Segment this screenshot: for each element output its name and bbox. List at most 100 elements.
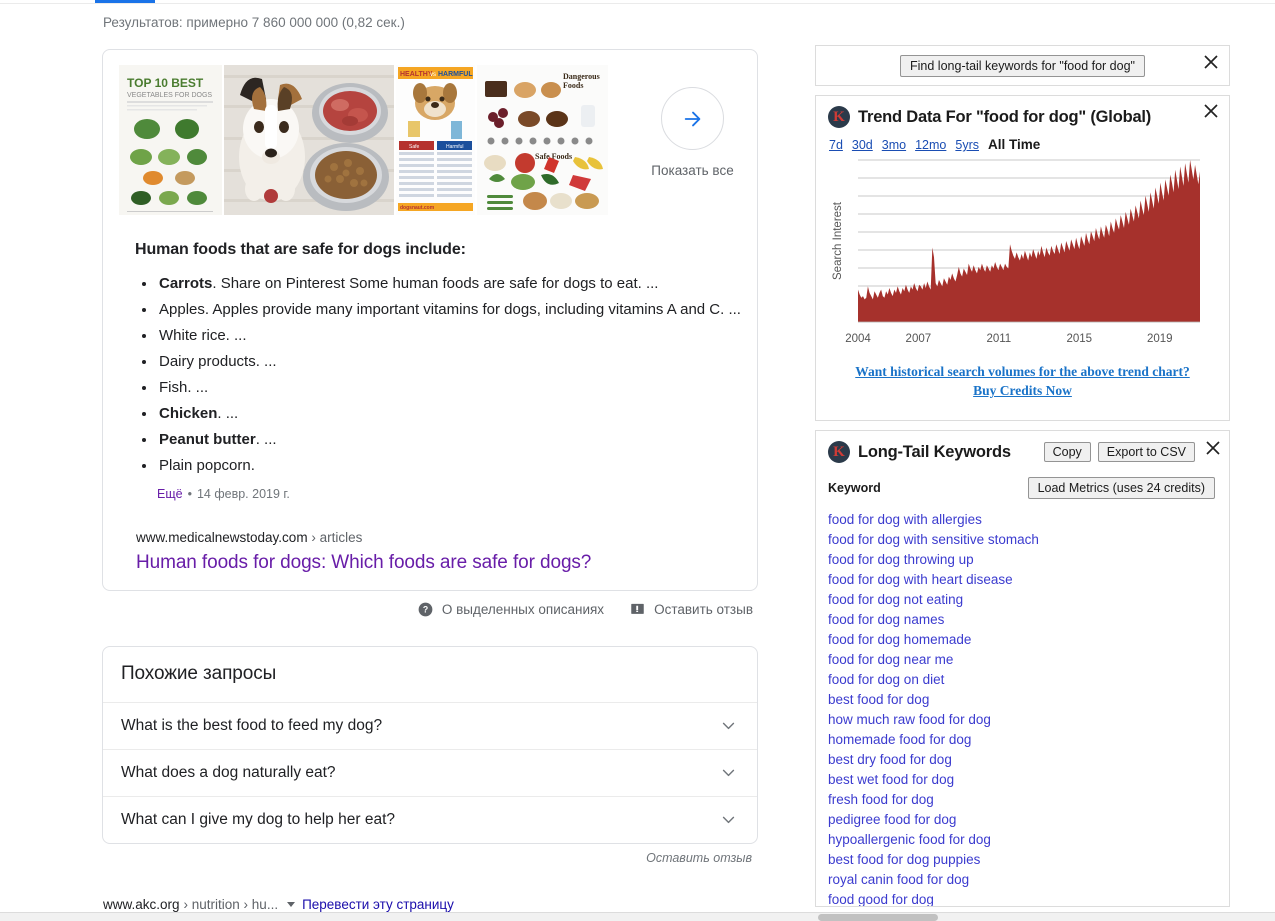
snippet-bullet: Carrots. Share on Pinterest Some human f… [157, 273, 741, 296]
chevron-down-icon[interactable] [720, 811, 737, 828]
paa-feedback-link[interactable]: Оставить отзыв [102, 851, 758, 865]
trend-range-active[interactable]: All Time [988, 137, 1040, 152]
snippet-bullet-text: . Share on Pinterest Some human foods ar… [212, 275, 659, 292]
people-also-ask-rows: What is the best food to feed my dog? Wha… [103, 703, 757, 843]
trend-chart-svg: Search Interest 2004 2007 2011 2015 2019 [832, 159, 1200, 345]
close-icon[interactable] [1205, 440, 1221, 456]
export-csv-button[interactable]: Export to CSV [1097, 442, 1195, 462]
keyword-item[interactable]: homemade food for dog [828, 730, 1217, 750]
historical-volumes-link[interactable]: Want historical search volumes for the a… [828, 362, 1217, 381]
keyword-item[interactable]: best wet food for dog [828, 770, 1217, 790]
svg-text:HARMFUL: HARMFUL [438, 71, 473, 78]
thumbnail-dog-with-bowls[interactable] [224, 65, 394, 215]
help-icon: ? [418, 602, 433, 616]
feedback-flag-icon [631, 603, 644, 614]
thumbnail-vegetables-chart[interactable]: TOP 10 BEST VEGETABLES FOR DOGS [119, 65, 222, 215]
svg-text:Harmful: Harmful [446, 144, 464, 150]
buy-credits-link[interactable]: Buy Credits Now [828, 381, 1217, 400]
copy-button[interactable]: Copy [1043, 442, 1091, 462]
show-all-images-button[interactable]: Показать все [644, 65, 741, 178]
close-icon[interactable] [1203, 103, 1219, 119]
people-also-ask-row[interactable]: What is the best food to feed my dog? [103, 703, 757, 750]
trend-range-7d[interactable]: 7d [829, 138, 843, 152]
people-also-ask-row[interactable]: What can I give my dog to help her eat? [103, 797, 757, 843]
long-tail-header: K Long-Tail Keywords Copy Export to CSV [828, 441, 1217, 463]
chart-x-tick: 2015 [1066, 333, 1092, 345]
snippet-bullet-term: Carrots [159, 275, 213, 292]
result-stats: Результатов: примерно 7 860 000 000 (0,8… [103, 15, 405, 30]
source-breadcrumb: › articles [311, 529, 363, 545]
svg-text:?: ? [423, 604, 428, 614]
keywords-everywhere-logo-icon: K [828, 441, 850, 463]
people-also-ask-question: What does a dog naturally eat? [121, 763, 336, 781]
keywords-everywhere-sidebar: Find long-tail keywords for "food for do… [815, 45, 1230, 907]
source-url: www.medicalnewstoday.com › articles [136, 529, 741, 547]
close-icon[interactable] [1203, 54, 1219, 70]
snippet-bullet-text: Dairy products. ... [159, 353, 277, 370]
keyword-item[interactable]: food for dog throwing up [828, 550, 1217, 570]
keyword-item[interactable]: food good for dog [828, 890, 1217, 906]
trend-range-5yrs[interactable]: 5yrs [955, 138, 979, 152]
translate-page-link[interactable]: Перевести эту страницу [302, 896, 454, 914]
trend-chart: Search Interest 2004 2007 2011 2015 2019 [828, 156, 1217, 356]
leave-feedback-link[interactable]: Оставить отзыв [630, 602, 753, 617]
snippet-bullet: Fish. ... [157, 377, 741, 400]
keyword-item[interactable]: food for dog not eating [828, 590, 1217, 610]
keyword-item[interactable]: food for dog with heart disease [828, 570, 1217, 590]
snippet-bullet-term: Chicken [159, 405, 218, 422]
keyword-item[interactable]: fresh food for dog [828, 790, 1217, 810]
long-tail-keywords-panel: K Long-Tail Keywords Copy Export to CSV … [815, 430, 1230, 907]
snippet-bullet: Peanut butter. ... [157, 429, 741, 452]
keyword-item[interactable]: how much raw food for dog [828, 710, 1217, 730]
snippet-bullet: Dairy products. ... [157, 351, 741, 374]
chart-x-tick: 2011 [986, 333, 1011, 345]
trend-range-30d[interactable]: 30d [852, 138, 873, 152]
keyword-item[interactable]: best dry food for dog [828, 750, 1217, 770]
keyword-item[interactable]: royal canin food for dog [828, 870, 1217, 890]
keyword-item[interactable]: food for dog with sensitive stomach [828, 530, 1217, 550]
chevron-down-icon[interactable] [720, 764, 737, 781]
about-featured-snippets-label: О выделенных описаниях [441, 601, 605, 617]
svg-text:Dangerous: Dangerous [563, 72, 600, 81]
keyword-column-header: Keyword [828, 481, 881, 495]
svg-text:Safe: Safe [409, 144, 420, 150]
more-link[interactable]: Ещё [157, 487, 183, 501]
chevron-down-icon[interactable] [287, 902, 296, 907]
thumbnail-row: TOP 10 BEST VEGETABLES FOR DOGS HEALTHY … [119, 65, 741, 215]
thumbnail-healthy-vs-harmful-chart[interactable]: HEALTHY vs HARMFUL Safe Harmful dogsnaut… [396, 65, 475, 215]
keyword-item[interactable]: food for dog homemade [828, 630, 1217, 650]
people-also-ask-row[interactable]: What does a dog naturally eat? [103, 750, 757, 797]
keyword-item[interactable]: best food for dog [828, 690, 1217, 710]
keyword-item[interactable]: food for dog on diet [828, 670, 1217, 690]
keyword-item[interactable]: food for dog names [828, 610, 1217, 630]
keyword-item[interactable]: best food for dog puppies [828, 850, 1217, 870]
snippet-bullet-text: . ... [255, 431, 277, 448]
load-metrics-button[interactable]: Load Metrics (uses 24 credits) [1027, 477, 1215, 499]
active-tab-indicator [95, 0, 155, 3]
keyword-item[interactable]: pedigree food for dog [828, 810, 1217, 830]
browser-tab-strip [0, 0, 1275, 4]
svg-text:vs: vs [430, 72, 436, 78]
thumbnail-dangerous-safe-foods[interactable]: Dangerous Foods Safe Foods [477, 65, 608, 215]
snippet-bullet-term: Peanut butter [159, 431, 256, 448]
horizontal-scrollbar-thumb[interactable] [818, 914, 938, 921]
trend-range-3mo[interactable]: 3mo [882, 138, 906, 152]
arrow-right-icon[interactable] [661, 87, 724, 150]
about-featured-snippets-link[interactable]: ? О выделенных описаниях [418, 602, 604, 617]
find-long-tail-keywords-button[interactable]: Find long-tail keywords for "food for do… [900, 54, 1145, 77]
chart-area-series [858, 160, 1200, 322]
source-title-link[interactable]: Human foods for dogs: Which foods are sa… [136, 550, 741, 576]
snippet-bullet-text: . ... [217, 405, 239, 422]
keyword-item[interactable]: food for dog near me [828, 650, 1217, 670]
keyword-list: food for dog with allergies food for dog … [828, 510, 1217, 906]
snippet-bullet-text: Fish. ... [159, 379, 209, 396]
keyword-table-header: Keyword Load Metrics (uses 24 credits) [828, 477, 1217, 499]
snippet-bullet-text: Apples. Apples provide many important vi… [159, 301, 741, 318]
chevron-down-icon[interactable] [720, 717, 737, 734]
horizontal-scrollbar[interactable] [0, 912, 1275, 921]
svg-text:TOP 10 BEST: TOP 10 BEST [127, 76, 204, 90]
keyword-item[interactable]: food for dog with allergies [828, 510, 1217, 530]
keyword-item[interactable]: hypoallergenic food for dog [828, 830, 1217, 850]
people-also-ask-question: What is the best food to feed my dog? [121, 716, 383, 734]
trend-range-12mo[interactable]: 12mo [915, 138, 946, 152]
